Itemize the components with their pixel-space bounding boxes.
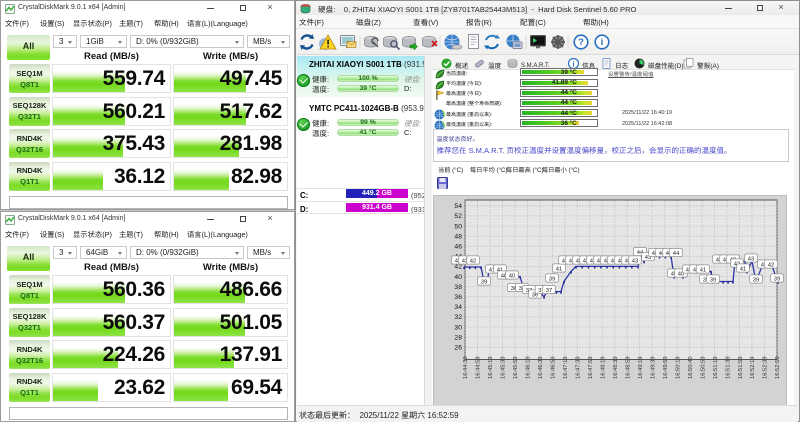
svg-text:36: 36 xyxy=(454,294,462,301)
svg-text:16:49:19: 16:49:19 xyxy=(638,356,644,379)
svg-text:16:46:39: 16:46:39 xyxy=(538,356,544,379)
svg-text:16:45:39: 16:45:39 xyxy=(501,356,507,379)
svg-text:43: 43 xyxy=(748,256,754,262)
svg-text:16:48:39: 16:48:39 xyxy=(613,356,619,379)
svg-text:40: 40 xyxy=(509,273,515,279)
svg-text:26: 26 xyxy=(454,345,462,352)
svg-text:43: 43 xyxy=(632,258,638,264)
svg-text:16:51:19: 16:51:19 xyxy=(713,356,719,379)
svg-text:39: 39 xyxy=(753,277,759,283)
svg-text:39: 39 xyxy=(710,277,716,283)
svg-text:39: 39 xyxy=(774,276,780,282)
svg-text:54: 54 xyxy=(454,203,462,210)
svg-text:37: 37 xyxy=(546,288,552,294)
svg-text:52: 52 xyxy=(454,213,462,220)
svg-text:50: 50 xyxy=(454,223,462,230)
svg-text:16:44:39: 16:44:39 xyxy=(463,356,469,379)
svg-text:16:48:19: 16:48:19 xyxy=(601,356,607,379)
svg-text:40: 40 xyxy=(454,274,462,281)
svg-text:39: 39 xyxy=(481,279,487,285)
svg-text:?: ? xyxy=(578,37,584,48)
svg-text:41: 41 xyxy=(740,266,746,272)
svg-text:16:50:19: 16:50:19 xyxy=(675,356,681,379)
svg-text:48: 48 xyxy=(454,233,462,240)
svg-text:i: i xyxy=(601,37,604,48)
svg-text:41: 41 xyxy=(700,267,706,273)
svg-text:44: 44 xyxy=(673,251,680,257)
svg-text:16:51:39: 16:51:39 xyxy=(725,356,731,379)
svg-text:28: 28 xyxy=(454,334,462,341)
svg-text:16:45:19: 16:45:19 xyxy=(488,356,494,379)
svg-text:16:52:19: 16:52:19 xyxy=(750,356,756,379)
svg-text:38: 38 xyxy=(454,284,462,291)
svg-text:42: 42 xyxy=(454,264,462,271)
svg-text:16:47:19: 16:47:19 xyxy=(563,356,569,379)
svg-text:16:50:59: 16:50:59 xyxy=(700,356,706,379)
svg-text:16:52:59: 16:52:59 xyxy=(775,356,781,379)
svg-text:16:49:39: 16:49:39 xyxy=(650,356,656,379)
svg-text:16:51:59: 16:51:59 xyxy=(738,356,744,379)
svg-text:42: 42 xyxy=(768,262,774,268)
svg-text:16:45:59: 16:45:59 xyxy=(513,356,519,379)
svg-text:16:48:59: 16:48:59 xyxy=(625,356,631,379)
svg-text:i: i xyxy=(572,60,574,69)
svg-text:16:49:59: 16:49:59 xyxy=(663,356,669,379)
svg-text:16:50:40: 16:50:40 xyxy=(688,356,694,379)
svg-text:34: 34 xyxy=(454,304,462,311)
svg-text:16:52:39: 16:52:39 xyxy=(763,356,769,379)
svg-text:39: 39 xyxy=(549,276,555,282)
svg-text:16:47:39: 16:47:39 xyxy=(576,356,582,379)
svg-text:32: 32 xyxy=(454,314,462,321)
svg-text:16:47:59: 16:47:59 xyxy=(588,356,594,379)
svg-text:16:44:59: 16:44:59 xyxy=(476,356,482,379)
svg-text:46: 46 xyxy=(454,244,462,251)
svg-text:16:46:19: 16:46:19 xyxy=(526,356,532,379)
svg-text:16:46:59: 16:46:59 xyxy=(551,356,557,379)
svg-text:42: 42 xyxy=(470,258,476,264)
svg-text:41: 41 xyxy=(556,266,562,272)
svg-text:30: 30 xyxy=(454,324,462,331)
